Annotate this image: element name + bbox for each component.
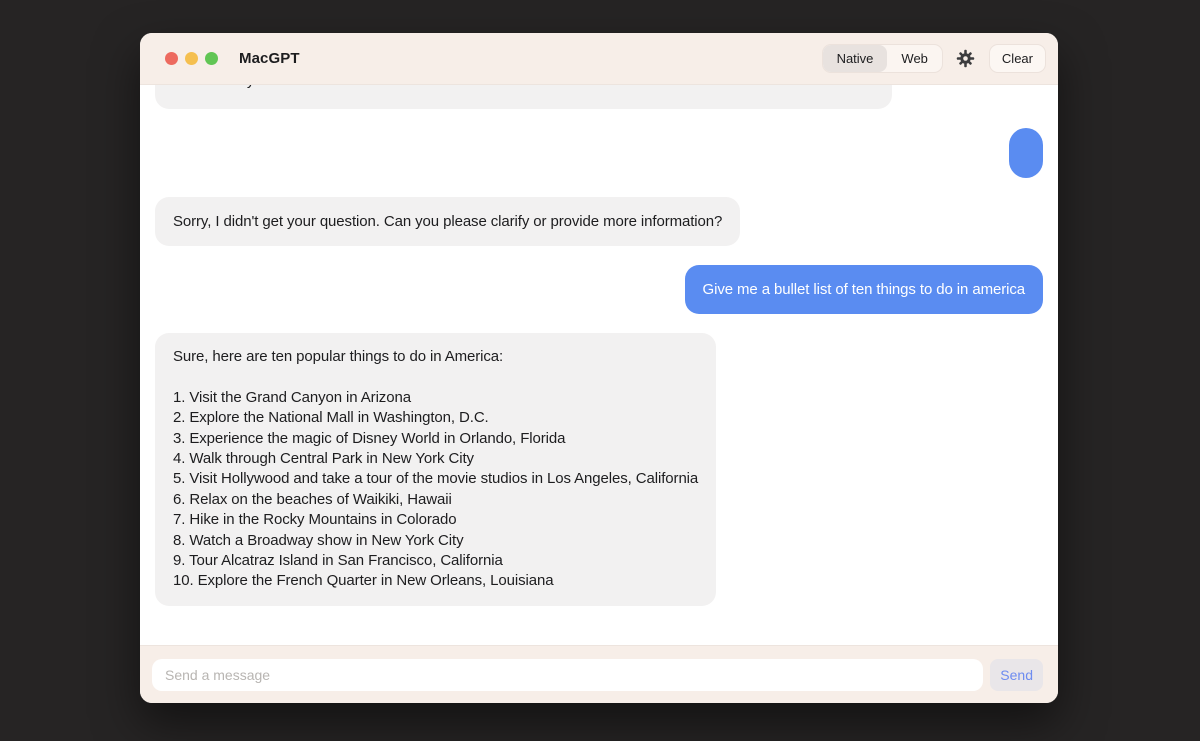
chat-area: user-friendly Sorry, I didn't get your q… <box>140 85 1058 645</box>
message-bubble-empty-user <box>1009 128 1043 178</box>
message-bubble-assistant-list: Sure, here are ten popular things to do … <box>155 333 716 606</box>
tab-web[interactable]: Web <box>887 45 942 72</box>
send-button[interactable]: Send <box>990 659 1043 691</box>
message-bubble-clipped: user-friendly <box>155 85 892 109</box>
header-controls: Native Web <box>822 44 1046 73</box>
traffic-lights <box>165 52 218 65</box>
clear-button[interactable]: Clear <box>989 44 1046 73</box>
window-title: MacGPT <box>239 50 300 67</box>
tab-native[interactable]: Native <box>823 45 888 72</box>
gear-icon <box>956 49 975 68</box>
message-bubble-assistant: Sorry, I didn't get your question. Can y… <box>155 197 740 246</box>
composer-bar: Send <box>140 645 1058 703</box>
message-bubble-user: Give me a bullet list of ten things to d… <box>685 265 1043 314</box>
macgpt-window: MacGPT Native Web <box>140 33 1058 703</box>
settings-button[interactable] <box>955 48 977 70</box>
zoom-button[interactable] <box>205 52 218 65</box>
close-button[interactable] <box>165 52 178 65</box>
window-titlebar: MacGPT Native Web <box>140 33 1058 85</box>
message-input[interactable] <box>152 659 983 691</box>
mode-segmented-control: Native Web <box>822 44 943 73</box>
minimize-button[interactable] <box>185 52 198 65</box>
